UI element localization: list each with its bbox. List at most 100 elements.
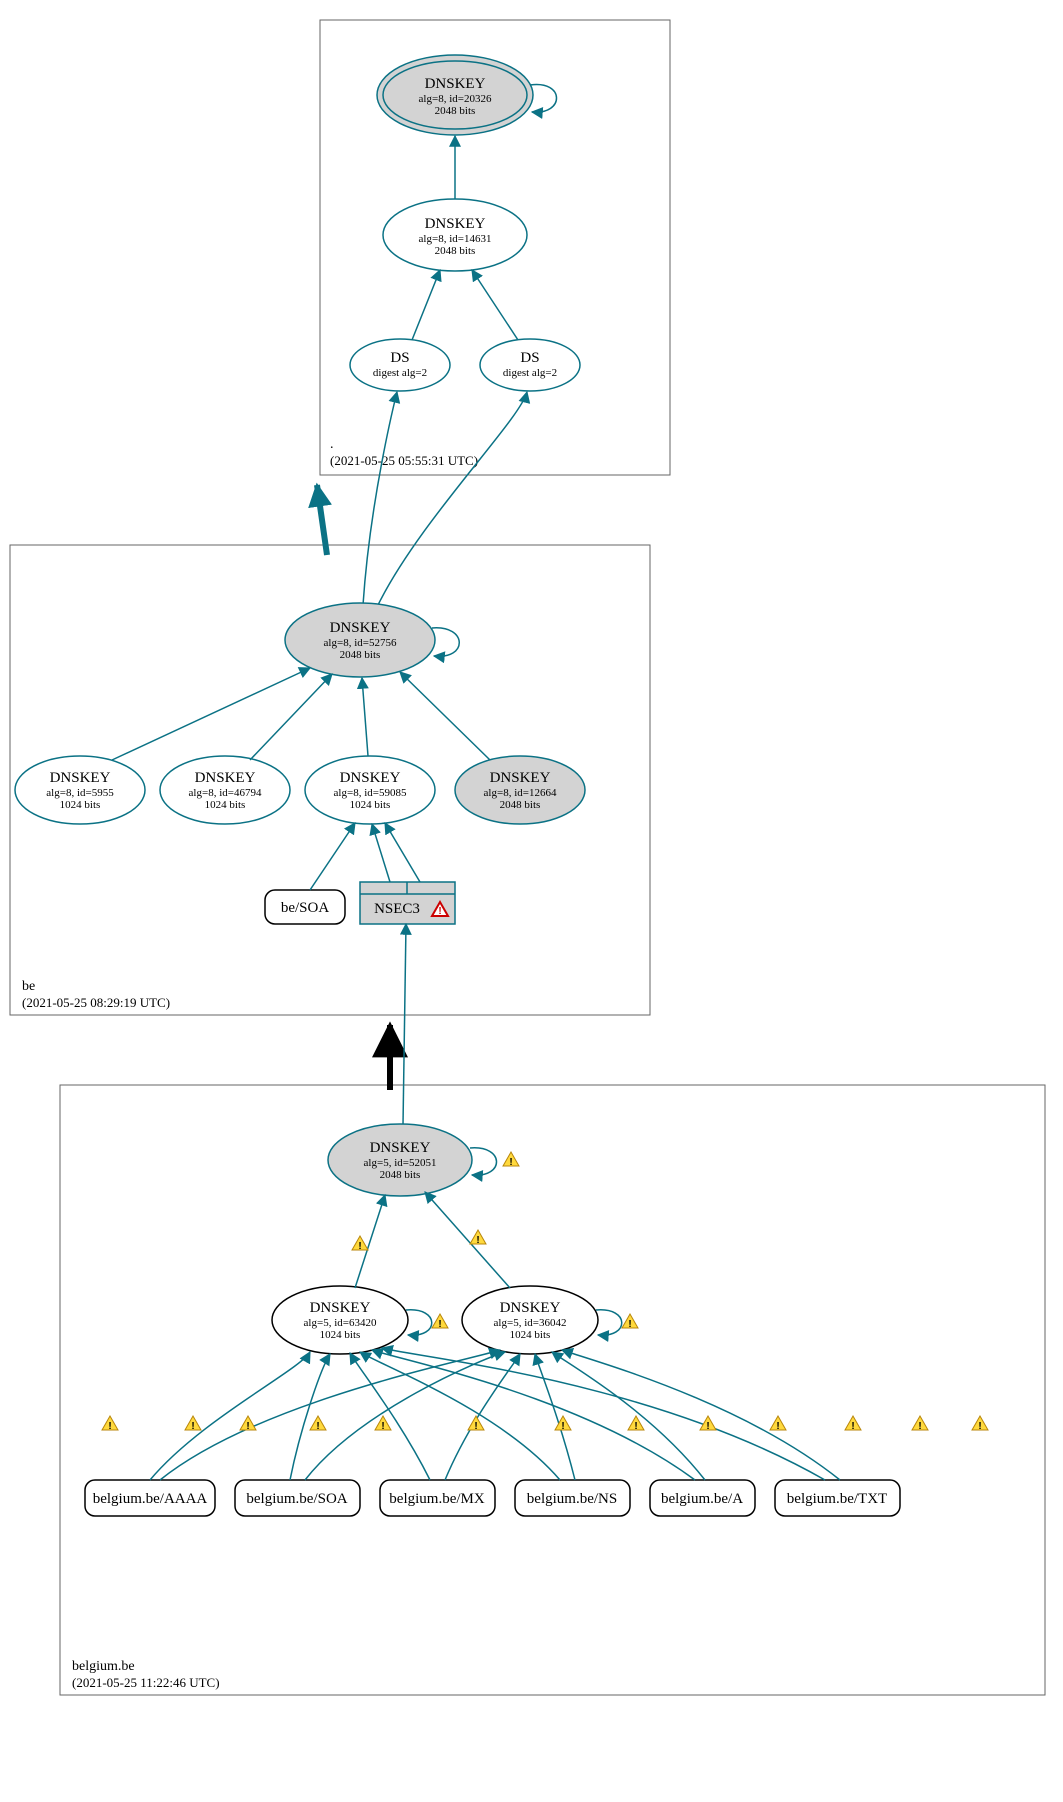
svg-text:!: ! [476,1235,479,1246]
svg-text:!: ! [191,1421,194,1432]
svg-text:DNSKEY: DNSKEY [370,1140,431,1156]
node-root-ds1: DS digest alg=2 [350,339,450,391]
svg-text:DNSKEY: DNSKEY [340,770,401,786]
zone-root-ts: (2021-05-25 05:55:31 UTC) [330,453,478,468]
svg-text:!: ! [381,1421,384,1432]
svg-text:!: ! [851,1421,854,1432]
svg-text:!: ! [246,1421,249,1432]
node-rr-aaaa: belgium.be/AAAA [85,1480,215,1516]
svg-text:NSEC3: NSEC3 [374,901,420,917]
zone-be-ts: (2021-05-25 08:29:19 UTC) [22,995,170,1010]
zone-be: be (2021-05-25 08:29:19 UTC) DNSKEY alg=… [10,392,650,1015]
svg-text:1024 bits: 1024 bits [205,799,246,811]
svg-text:DS: DS [390,350,409,366]
zone-belgium: belgium.be (2021-05-25 11:22:46 UTC) DNS… [60,924,1045,1695]
svg-text:2048 bits: 2048 bits [500,799,541,811]
warning-icon: ! [310,1416,326,1432]
zone-root: . (2021-05-25 05:55:31 UTC) DNSKEY alg=8… [320,20,670,475]
node-be-k1: DNSKEY alg=8, id=5955 1024 bits [15,756,145,824]
warning-icon: ! [845,1416,861,1432]
node-rr-soa: belgium.be/SOA [235,1480,360,1516]
svg-text:DNSKEY: DNSKEY [310,1300,371,1316]
svg-text:alg=8, id=59085: alg=8, id=59085 [334,787,407,799]
svg-text:belgium.be/MX: belgium.be/MX [389,1491,485,1507]
svg-text:digest alg=2: digest alg=2 [373,367,427,379]
svg-text:alg=5, id=63420: alg=5, id=63420 [304,1317,377,1329]
svg-text:!: ! [509,1157,512,1168]
svg-text:DS: DS [520,350,539,366]
warning-icon: ! [468,1416,484,1432]
svg-text:!: ! [978,1421,981,1432]
svg-text:!: ! [776,1421,779,1432]
svg-text:1024 bits: 1024 bits [510,1329,551,1341]
warning-icon: ! [375,1416,391,1432]
node-be-soa: be/SOA [265,890,345,924]
svg-text:2048 bits: 2048 bits [340,649,381,661]
node-be-k2: DNSKEY alg=8, id=46794 1024 bits [160,756,290,824]
svg-text:alg=8, id=20326: alg=8, id=20326 [419,93,492,105]
svg-text:digest alg=2: digest alg=2 [503,367,557,379]
node-be-k3: DNSKEY alg=8, id=59085 1024 bits [305,756,435,824]
zone-belgium-ts: (2021-05-25 11:22:46 UTC) [72,1675,220,1690]
edge-root-ksk-self [530,85,557,113]
zone-belgium-label: belgium.be [72,1659,135,1674]
warning-icon: ! [102,1416,118,1432]
svg-text:belgium.be/SOA: belgium.be/SOA [246,1491,347,1507]
svg-text:alg=5, id=36042: alg=5, id=36042 [494,1317,567,1329]
svg-text:alg=8, id=14631: alg=8, id=14631 [419,233,492,245]
node-bg-k1: DNSKEY alg=5, id=63420 1024 bits [272,1286,408,1354]
svg-text:!: ! [438,906,441,917]
node-root-ds2: DS digest alg=2 [480,339,580,391]
svg-text:DNSKEY: DNSKEY [425,76,486,92]
node-rr-mx: belgium.be/MX [380,1480,495,1516]
svg-text:belgium.be/NS: belgium.be/NS [527,1491,617,1507]
svg-text:!: ! [474,1421,477,1432]
warning-icon: ! [912,1416,928,1432]
svg-text:be/SOA: be/SOA [281,900,330,916]
warning-icon: ! [628,1416,644,1432]
node-be-ksk: DNSKEY alg=8, id=52756 2048 bits [285,603,435,677]
warning-icon: ! [622,1314,638,1330]
warning-icon: ! [432,1314,448,1330]
svg-text:1024 bits: 1024 bits [60,799,101,811]
node-rr-a: belgium.be/A [650,1480,755,1516]
svg-text:2048 bits: 2048 bits [380,1169,421,1181]
warning-icon: ! [240,1416,256,1432]
zone-be-label: be [22,979,35,994]
svg-text:2048 bits: 2048 bits [435,245,476,257]
warning-icon: ! [503,1152,519,1168]
svg-text:DNSKEY: DNSKEY [490,770,551,786]
svg-text:alg=8, id=12664: alg=8, id=12664 [484,787,557,799]
warning-icon: ! [470,1230,486,1246]
warning-icon: ! [352,1236,368,1252]
svg-text:1024 bits: 1024 bits [320,1329,361,1341]
svg-text:!: ! [438,1319,441,1330]
node-rr-txt: belgium.be/TXT [775,1480,900,1516]
svg-text:DNSKEY: DNSKEY [500,1300,561,1316]
node-be-nsec3: NSEC3 ! [360,882,455,924]
svg-text:!: ! [706,1421,709,1432]
svg-text:!: ! [628,1319,631,1330]
zone-root-label: . [330,437,334,452]
svg-text:!: ! [316,1421,319,1432]
node-be-k4: DNSKEY alg=8, id=12664 2048 bits [455,756,585,824]
svg-text:1024 bits: 1024 bits [350,799,391,811]
svg-text:alg=8, id=5955: alg=8, id=5955 [46,787,114,799]
node-bg-k2: DNSKEY alg=5, id=36042 1024 bits [462,1286,598,1354]
svg-text:!: ! [918,1421,921,1432]
svg-text:alg=8, id=46794: alg=8, id=46794 [189,787,262,799]
node-bg-ksk: DNSKEY alg=5, id=52051 2048 bits [328,1124,472,1196]
svg-text:alg=8, id=52756: alg=8, id=52756 [324,637,397,649]
warning-icon: ! [185,1416,201,1432]
svg-text:DNSKEY: DNSKEY [330,620,391,636]
dnsviz-graph: . (2021-05-25 05:55:31 UTC) DNSKEY alg=8… [0,0,1063,1802]
svg-text:belgium.be/AAAA: belgium.be/AAAA [93,1491,208,1507]
svg-text:2048 bits: 2048 bits [435,105,476,117]
node-root-zsk: DNSKEY alg=8, id=14631 2048 bits [383,199,527,271]
svg-text:!: ! [108,1421,111,1432]
svg-text:DNSKEY: DNSKEY [425,216,486,232]
svg-text:alg=5, id=52051: alg=5, id=52051 [364,1157,437,1169]
svg-text:!: ! [561,1421,564,1432]
svg-text:belgium.be/A: belgium.be/A [661,1491,743,1507]
node-rr-ns: belgium.be/NS [515,1480,630,1516]
